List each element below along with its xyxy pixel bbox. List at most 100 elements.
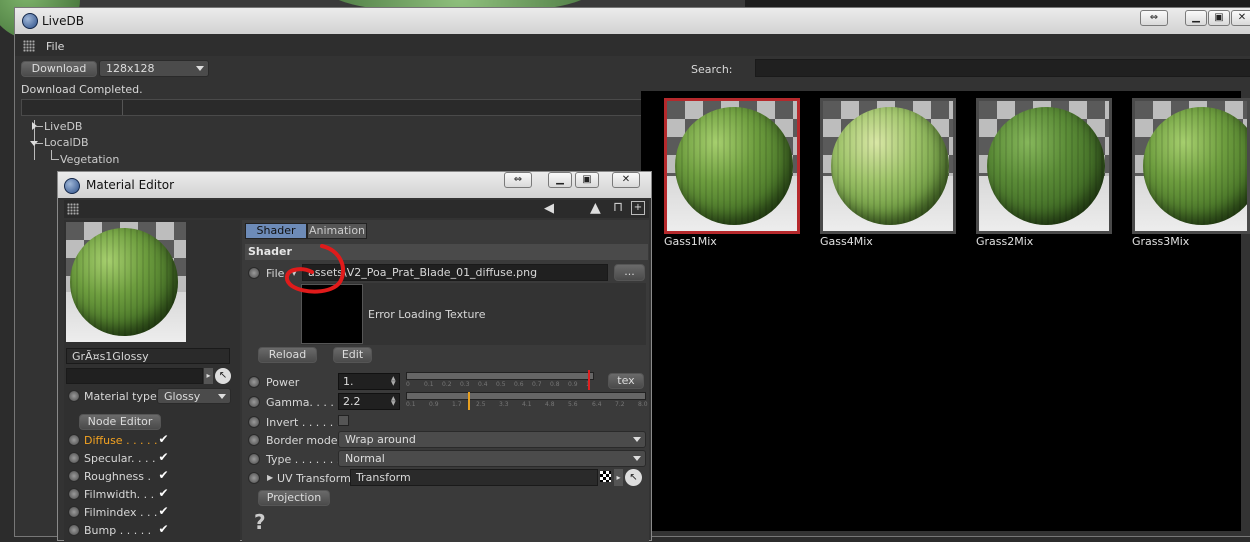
slider-tick-label: 0 — [406, 381, 410, 388]
link-field[interactable] — [66, 368, 203, 384]
thumbnail-gass1mix[interactable] — [664, 98, 800, 234]
border-mode-label: Border mode — [266, 434, 338, 447]
slider-tick-label: 0.3 — [460, 381, 470, 388]
dock-toggle-icon[interactable]: ⇔ — [1140, 10, 1168, 26]
power-slider[interactable] — [406, 372, 594, 380]
channel-radio-bump[interactable] — [68, 524, 80, 536]
restore-button[interactable]: ▣ — [1208, 10, 1230, 26]
minimize-button[interactable]: ▁ — [1185, 10, 1207, 26]
tex-button[interactable]: tex — [608, 373, 644, 389]
reload-button[interactable]: Reload — [258, 347, 317, 363]
tree-column-divider[interactable] — [122, 100, 123, 115]
stripes — [987, 107, 1105, 225]
tree-item-localdb[interactable]: LocalDB — [44, 136, 89, 149]
spinner-arrows-icon[interactable]: ▲ ▼ — [391, 396, 397, 407]
gamma-slider-thumb[interactable] — [468, 392, 470, 410]
material-type-select[interactable]: Glossy — [157, 388, 231, 404]
channel-radio-filmwidth[interactable] — [68, 488, 80, 500]
checkmark-icon[interactable]: ✔ — [158, 505, 169, 517]
lock-icon[interactable]: ⊓ — [613, 200, 623, 215]
grip-icon[interactable] — [23, 40, 35, 52]
channel-label-specular[interactable]: Specular. . . . — [84, 452, 156, 465]
channel-label-filmwidth[interactable]: Filmwidth. . . — [84, 488, 154, 501]
checkmark-icon[interactable]: ✔ — [158, 433, 169, 445]
border-mode-select[interactable]: Wrap around — [338, 431, 646, 448]
type-select[interactable]: Normal — [338, 450, 646, 467]
material-name-field[interactable]: GrÃ¤s1Glossy — [66, 348, 230, 364]
material-preview[interactable] — [66, 222, 186, 342]
thumbnail-gass4mix[interactable] — [820, 98, 956, 234]
material-preview-sphere — [675, 107, 793, 225]
material-editor-titlebar[interactable]: Material Editor ⇔ ▁ ▣ ✕ — [58, 172, 651, 198]
tab-animation[interactable]: Animation — [307, 223, 367, 239]
link-menu-arrow-icon[interactable]: ▸ — [204, 368, 213, 384]
chevron-down-icon — [633, 456, 641, 461]
type-label: Type . . . . . . . — [266, 453, 341, 466]
new-panel-icon[interactable]: + — [631, 201, 645, 215]
grip-icon[interactable] — [67, 203, 79, 215]
gamma-slider[interactable] — [406, 392, 646, 400]
border-mode-radio[interactable] — [248, 434, 260, 446]
expand-arrow-icon[interactable]: ▶ — [267, 473, 273, 482]
checker-texture-icon[interactable] — [600, 471, 611, 482]
help-icon[interactable]: ? — [254, 510, 266, 534]
gamma-radio[interactable] — [248, 396, 260, 408]
power-input[interactable]: 1. ▲ ▼ — [338, 373, 400, 390]
channel-label-roughness[interactable]: Roughness . — [84, 470, 151, 483]
gamma-slider-scale: 0.1 0.9 1.7 2.5 3.3 4.1 4.8 5.6 6.4 7.2 8.0 — [406, 401, 648, 410]
livedb-window-title: LiveDB — [42, 14, 84, 28]
livedb-titlebar[interactable]: LiveDB ⇔ ▁ ▣ ✕ — [15, 8, 1250, 34]
link-menu-arrow-icon[interactable]: ▸ — [614, 469, 623, 486]
tree-item-livedb[interactable]: LiveDB — [44, 120, 82, 133]
thumbnail-label: Gass4Mix — [820, 235, 873, 248]
dock-toggle-icon[interactable]: ⇔ — [504, 172, 532, 188]
browse-button[interactable]: ... — [614, 264, 645, 281]
checkmark-icon[interactable]: ✔ — [158, 523, 169, 535]
cinema4d-logo-icon — [64, 178, 80, 194]
close-button[interactable]: ✕ — [612, 172, 640, 188]
uv-transform-field[interactable]: Transform — [350, 469, 598, 486]
gamma-input[interactable]: 2.2 ▲ ▼ — [338, 393, 400, 410]
edit-button[interactable]: Edit — [333, 347, 372, 363]
pick-object-icon[interactable]: ↖ — [625, 469, 642, 486]
checkmark-icon[interactable]: ✔ — [158, 469, 169, 481]
tree-connector — [35, 126, 43, 127]
tab-shader[interactable]: Shader — [245, 223, 307, 239]
channel-radio-filmindex[interactable] — [68, 506, 80, 518]
power-slider-thumb[interactable] — [588, 370, 590, 390]
spinner-arrows-icon[interactable]: ▲ ▼ — [391, 376, 397, 387]
checkmark-icon[interactable]: ✔ — [158, 487, 169, 499]
thumbnail-grass3mix[interactable] — [1132, 98, 1250, 234]
channel-radio-specular[interactable] — [68, 452, 80, 464]
close-button[interactable]: ✕ — [1231, 10, 1250, 26]
channel-label-diffuse[interactable]: Diffuse . . . . . — [84, 434, 158, 447]
channel-radio-diffuse[interactable] — [68, 434, 80, 446]
thumbnail-label: Grass2Mix — [976, 235, 1034, 248]
power-radio[interactable] — [248, 376, 260, 388]
pick-object-icon[interactable]: ↖ — [215, 368, 231, 384]
thumbnail-grass2mix[interactable] — [976, 98, 1112, 234]
slider-tick-label: 0.5 — [496, 381, 506, 388]
invert-radio[interactable] — [248, 416, 260, 428]
channel-radio-roughness[interactable] — [68, 470, 80, 482]
channel-label-filmindex[interactable]: Filmindex . . . — [84, 506, 157, 519]
node-editor-button[interactable]: Node Editor — [79, 414, 161, 430]
thumbnail-label: Gass1Mix — [664, 235, 717, 248]
cursor-up-icon[interactable]: ▲ — [590, 200, 601, 216]
download-button[interactable]: Download — [21, 61, 97, 77]
file-radio[interactable] — [248, 267, 260, 279]
material-type-radio[interactable] — [68, 390, 80, 402]
checkmark-icon[interactable]: ✔ — [158, 451, 169, 463]
minimize-button[interactable]: ▁ — [548, 172, 572, 188]
type-radio[interactable] — [248, 453, 260, 465]
search-input[interactable] — [755, 59, 1250, 77]
thumbnail-size-select[interactable]: 128x128 — [99, 60, 209, 77]
tree-item-vegetation[interactable]: Vegetation — [60, 153, 119, 166]
projection-button[interactable]: Projection — [258, 490, 330, 506]
uv-transform-radio[interactable] — [248, 472, 260, 484]
invert-checkbox[interactable] — [338, 415, 349, 426]
back-arrow-icon[interactable]: ◀ — [544, 201, 554, 216]
thumbnail-size-value: 128x128 — [106, 62, 155, 75]
menu-file[interactable]: File — [46, 40, 64, 53]
restore-button[interactable]: ▣ — [575, 172, 599, 188]
